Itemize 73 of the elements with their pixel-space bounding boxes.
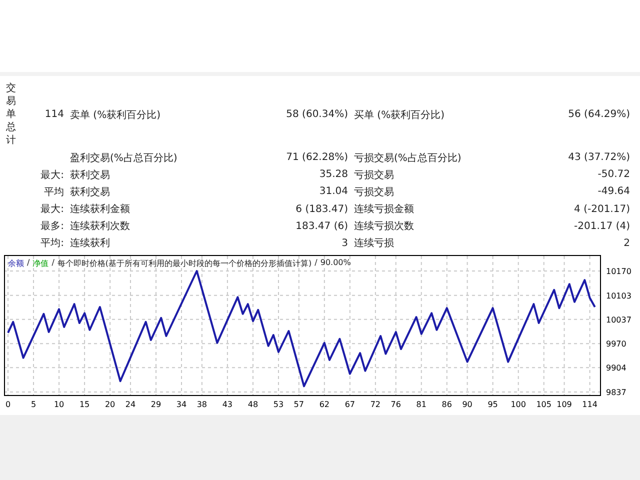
model-label: 每个即时价格(基于所有可利用的最小时段的每一个价格的分形插值计算) (57, 258, 312, 269)
row-prefix: 最大: (40, 204, 64, 216)
stat-value: 31.04 (319, 186, 348, 198)
legend-label: 余额 (8, 258, 24, 269)
x-tick-label: 24 (125, 400, 136, 409)
stat-value: 183.47 (6) (296, 220, 348, 232)
stat-value: 58 (60.34%) (286, 109, 348, 120)
y-tick-label: 10103 (606, 291, 632, 300)
stat-label: 连续亏损金额 (354, 204, 414, 216)
stat-label: 卖单 (%获利百分比) (70, 110, 160, 121)
x-tick-label: 72 (370, 400, 381, 409)
stat-value: 4 (-201.17) (574, 204, 630, 215)
row-prefix: 平均: (40, 238, 64, 250)
separator: / (27, 258, 30, 269)
x-tick-label: 53 (273, 400, 284, 409)
stat-value: 6 (183.47) (296, 204, 348, 215)
y-tick-label: 9970 (606, 340, 626, 349)
y-tick-label: 10037 (606, 315, 632, 324)
stat-value: 35.28 (319, 169, 348, 180)
legend-label: 净值 (32, 258, 49, 269)
stat-value: 3 (342, 238, 348, 249)
x-tick-label: 0 (5, 400, 11, 409)
quality-label: 90.00% (320, 258, 351, 269)
row-prefix: 最大: (40, 170, 64, 181)
x-tick-label: 62 (319, 400, 330, 409)
x-tick-label: 48 (248, 400, 258, 409)
y-tick-label: 9837 (606, 388, 626, 397)
row-prefix: 平均 (44, 186, 64, 198)
x-tick-label: 109 (556, 400, 572, 409)
stat-value: 56 (64.29%) (568, 109, 630, 120)
x-tick-label: 29 (150, 400, 162, 409)
separator: / (52, 258, 54, 269)
x-tick-label: 34 (176, 400, 187, 409)
x-tick-label: 86 (442, 400, 452, 409)
stat-value: -50.72 (598, 169, 630, 180)
x-tick-label: 67 (344, 400, 356, 409)
stat-label: 连续亏损 (354, 238, 394, 250)
side-label: 交易单总计 (6, 82, 16, 148)
x-tick-label: 57 (294, 400, 304, 409)
stat-label: 盈利交易(%占总百分比) (70, 152, 178, 164)
stat-label: 亏损交易 (354, 170, 394, 181)
stat-value: -201.17 (4) (574, 220, 630, 232)
stat-value: 43 (37.72%) (568, 152, 630, 164)
x-tick-label: 81 (416, 400, 426, 409)
x-tick-label: 20 (104, 400, 116, 409)
x-tick-label: 38 (196, 400, 208, 409)
x-tick-label: 114 (582, 400, 598, 409)
y-tick-label: 10170 (606, 267, 632, 276)
x-tick-label: 15 (79, 400, 90, 409)
stat-label: 买单 (%获利百分比) (354, 110, 444, 121)
x-tick-label: 5 (30, 400, 36, 409)
stat-label: 获利交易 (70, 170, 110, 181)
stat-label: 亏损交易(%占总百分比) (354, 152, 462, 164)
x-tick-label: 95 (488, 400, 498, 409)
y-tick-label: 9904 (606, 364, 626, 373)
x-tick-label: 76 (390, 400, 401, 409)
x-tick-label: 43 (222, 400, 233, 409)
stat-value: 2 (624, 238, 630, 249)
stat-label: 连续亏损次数 (354, 221, 414, 232)
stat-value: 71 (62.28%) (286, 152, 348, 164)
stat-label: 获利交易 (70, 186, 110, 198)
x-tick-label: 90 (462, 400, 472, 409)
x-tick-label: 105 (536, 400, 552, 409)
stat-label: 亏损交易 (354, 186, 394, 198)
stat-label: 连续获利金额 (70, 204, 130, 216)
separator: / (314, 258, 318, 269)
row-prefix: 最多: (40, 221, 64, 232)
stat-label: 连续获利 (70, 238, 110, 250)
stat-label: 连续获利次数 (70, 221, 130, 232)
x-tick-label: 10 (54, 400, 64, 409)
stat-value: -49.64 (598, 186, 630, 198)
x-tick-label: 100 (510, 400, 526, 409)
row-prefix: 114 (44, 109, 64, 120)
